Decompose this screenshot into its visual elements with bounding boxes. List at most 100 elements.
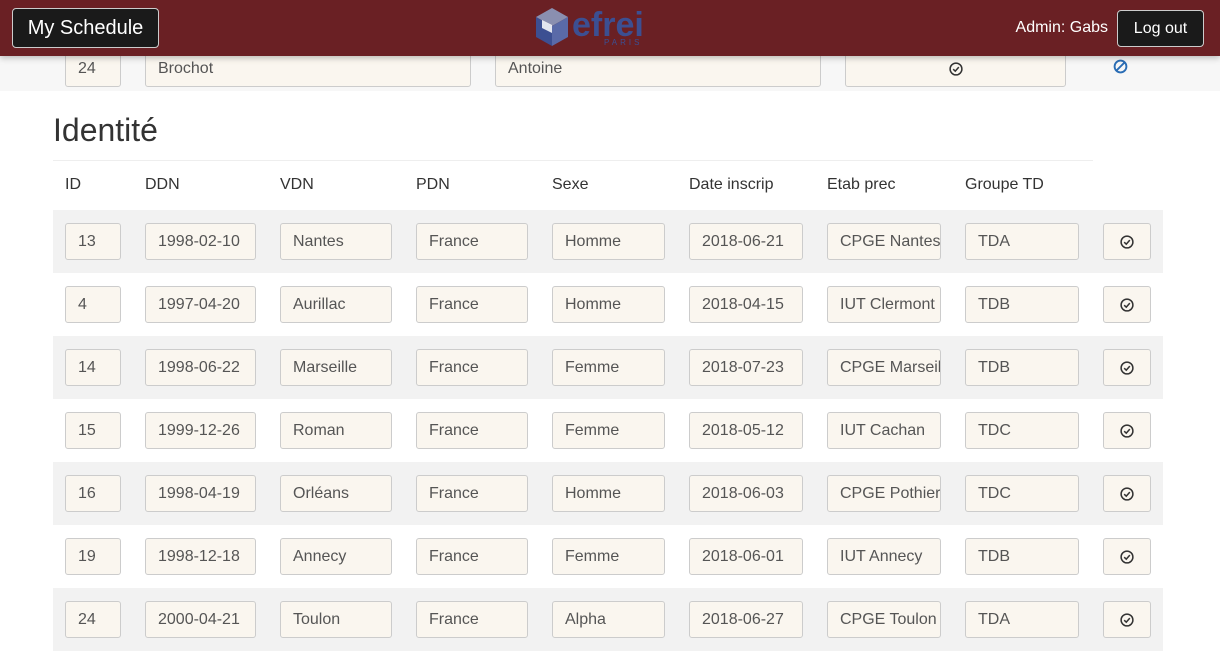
pdn-field[interactable]: France [416,223,528,260]
header-ddn: DDN [145,176,180,193]
logo-cube-icon [536,8,568,46]
check-circle-icon [1120,549,1134,564]
check-circle-icon [948,61,963,76]
etab-prec-field[interactable]: CPGE Nantes [827,223,941,260]
groupe-td-field[interactable]: TDB [965,538,1079,575]
table-row: 24 2000-04-21 Toulon France Alpha 2018-0… [53,588,1163,651]
vdn-field[interactable]: Nantes [280,223,392,260]
ddn-field[interactable]: 2000-04-21 [145,601,256,638]
top-row-id-field[interactable]: 24 [65,56,121,87]
pdn-field[interactable]: France [416,412,528,449]
groupe-td-field[interactable]: TDC [965,475,1079,512]
check-circle-icon [1120,423,1134,438]
table-row: 16 1998-04-19 Orléans France Homme 2018-… [53,462,1163,525]
etab-prec-field[interactable]: CPGE Pothier [827,475,941,512]
id-field[interactable]: 14 [65,349,121,386]
id-field[interactable]: 13 [65,223,121,260]
ddn-field[interactable]: 1998-04-19 [145,475,256,512]
admin-label: Admin: Gabs [1015,19,1108,36]
confirm-button[interactable] [1103,286,1151,323]
etab-prec-field[interactable]: IUT Clermont [827,286,941,323]
vdn-field[interactable]: Toulon [280,601,392,638]
vdn-field[interactable]: Roman [280,412,392,449]
sexe-field[interactable]: Femme [552,412,665,449]
table-row: 13 1998-02-10 Nantes France Homme 2018-0… [53,210,1163,273]
header-pdn: PDN [416,176,450,193]
table-row: 4 1997-04-20 Aurillac France Homme 2018-… [53,273,1163,336]
confirm-button[interactable] [1103,412,1151,449]
id-field[interactable]: 24 [65,601,121,638]
sexe-field[interactable]: Homme [552,475,665,512]
etab-prec-field[interactable]: CPGE Marseille [827,349,941,386]
groupe-td-field[interactable]: TDC [965,412,1079,449]
ddn-field[interactable]: 1997-04-20 [145,286,256,323]
groupe-td-field[interactable]: TDA [965,223,1079,260]
etab-prec-field[interactable]: IUT Annecy [827,538,941,575]
id-field[interactable]: 16 [65,475,121,512]
ddn-field[interactable]: 1998-02-10 [145,223,256,260]
header-groupe-td: Groupe TD [965,176,1044,193]
ban-icon[interactable] [1113,59,1128,74]
date-inscrip-field[interactable]: 2018-05-12 [689,412,803,449]
vdn-field[interactable]: Aurillac [280,286,392,323]
header-vdn: VDN [280,176,314,193]
sexe-field[interactable]: Femme [552,349,665,386]
table-row: 19 1998-12-18 Annecy France Femme 2018-0… [53,525,1163,588]
header-sexe: Sexe [552,176,589,193]
top-navbar: My Schedule efrei PARIS Admin: Gabs Log … [0,0,1220,56]
logout-button[interactable]: Log out [1117,10,1204,47]
vdn-field[interactable]: Orléans [280,475,392,512]
confirm-button[interactable] [1103,475,1151,512]
date-inscrip-field[interactable]: 2018-06-27 [689,601,803,638]
id-field[interactable]: 4 [65,286,121,323]
pdn-field[interactable]: France [416,475,528,512]
sexe-field[interactable]: Homme [552,223,665,260]
id-field[interactable]: 15 [65,412,121,449]
vdn-field[interactable]: Marseille [280,349,392,386]
date-inscrip-field[interactable]: 2018-06-01 [689,538,803,575]
sexe-field[interactable]: Alpha [552,601,665,638]
sexe-field[interactable]: Homme [552,286,665,323]
top-row-first-name-field[interactable]: Antoine [495,56,821,87]
confirm-button[interactable] [1103,601,1151,638]
check-circle-icon [1120,360,1134,375]
previous-table-row: 24 Brochot Antoine [0,56,1220,91]
date-inscrip-field[interactable]: 2018-07-23 [689,349,803,386]
header-etab-prec: Etab prec [827,176,896,193]
id-field[interactable]: 19 [65,538,121,575]
ddn-field[interactable]: 1999-12-26 [145,412,256,449]
check-circle-icon [1120,297,1134,312]
my-schedule-button[interactable]: My Schedule [12,8,159,48]
check-circle-icon [1120,234,1134,249]
table-row: 14 1998-06-22 Marseille France Femme 201… [53,336,1163,399]
confirm-button[interactable] [1103,538,1151,575]
section-title: Identité [53,112,158,148]
ddn-field[interactable]: 1998-06-22 [145,349,256,386]
groupe-td-field[interactable]: TDA [965,601,1079,638]
confirm-button[interactable] [1103,349,1151,386]
date-inscrip-field[interactable]: 2018-04-15 [689,286,803,323]
check-circle-icon [1120,486,1134,501]
date-inscrip-field[interactable]: 2018-06-03 [689,475,803,512]
section-divider [53,160,1093,161]
top-row-confirm-button[interactable] [845,56,1066,87]
date-inscrip-field[interactable]: 2018-06-21 [689,223,803,260]
header-id: ID [65,176,81,193]
sexe-field[interactable]: Femme [552,538,665,575]
groupe-td-field[interactable]: TDB [965,286,1079,323]
confirm-button[interactable] [1103,223,1151,260]
pdn-field[interactable]: France [416,349,528,386]
logo-subtext: PARIS [604,38,643,47]
efrei-logo: efrei PARIS [532,6,657,50]
etab-prec-field[interactable]: IUT Cachan [827,412,941,449]
vdn-field[interactable]: Annecy [280,538,392,575]
top-row-last-name-field[interactable]: Brochot [145,56,471,87]
pdn-field[interactable]: France [416,601,528,638]
check-circle-icon [1120,612,1134,627]
groupe-td-field[interactable]: TDB [965,349,1079,386]
etab-prec-field[interactable]: CPGE Toulon [827,601,941,638]
ddn-field[interactable]: 1998-12-18 [145,538,256,575]
pdn-field[interactable]: France [416,286,528,323]
pdn-field[interactable]: France [416,538,528,575]
table-row: 15 1999-12-26 Roman France Femme 2018-05… [53,399,1163,462]
